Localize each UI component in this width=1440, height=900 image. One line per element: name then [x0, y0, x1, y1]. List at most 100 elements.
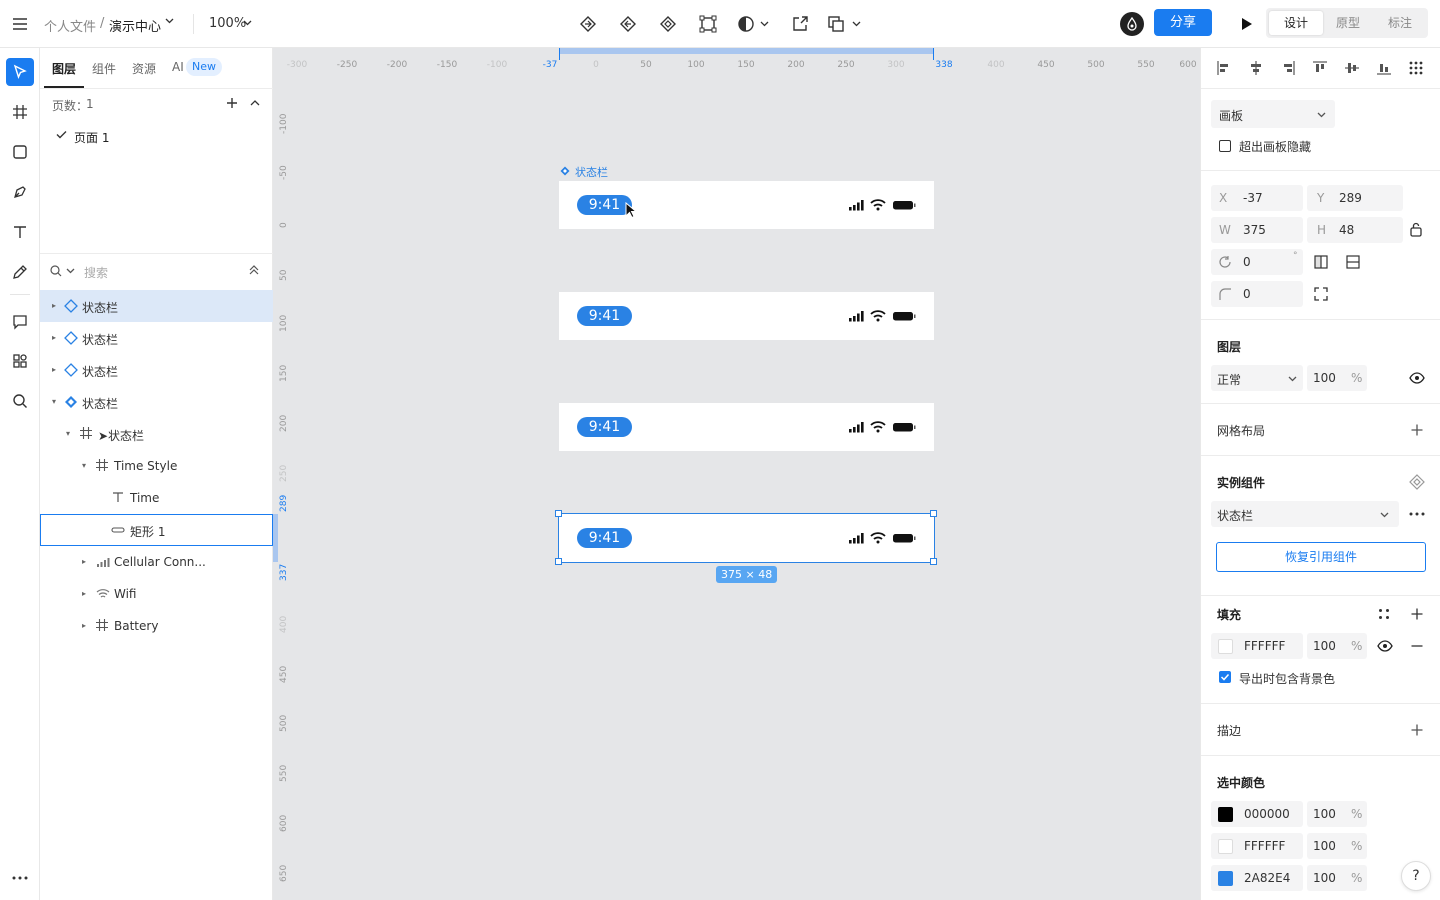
add-grid-icon[interactable] — [1411, 424, 1423, 436]
color-swatch[interactable] — [1218, 871, 1233, 886]
tab-prototype[interactable]: 原型 — [1323, 11, 1373, 35]
align-top-icon[interactable] — [1313, 61, 1327, 75]
resize-handle[interactable] — [930, 510, 937, 517]
eye-icon[interactable] — [1377, 640, 1393, 652]
layer-row[interactable]: ▸ 状态栏 — [40, 354, 273, 386]
vertical-ruler[interactable]: -100 -50 0 50 100 150 200 250 289 337 40… — [273, 76, 297, 900]
component-icon[interactable] — [656, 12, 680, 36]
layer-row[interactable]: ▸ Cellular Conn... — [40, 546, 273, 578]
help-button[interactable]: ? — [1401, 861, 1431, 891]
status-bar-frame[interactable]: 9:41 — [559, 181, 934, 229]
align-center-h-icon[interactable] — [1249, 61, 1263, 75]
expand-arrow-icon[interactable]: ▸ — [82, 557, 86, 566]
status-bar-frame[interactable]: 9:41 — [559, 403, 934, 451]
lock-ratio-icon[interactable] — [1410, 222, 1422, 237]
resize-handle[interactable] — [930, 558, 937, 565]
chevron-down-icon[interactable] — [165, 18, 174, 24]
share-button[interactable]: 分享 — [1154, 9, 1212, 36]
detach-component-icon[interactable] — [616, 12, 640, 36]
add-fill-icon[interactable] — [1411, 608, 1423, 620]
layer-row[interactable]: ▸ 状态栏 — [40, 290, 273, 322]
search-input[interactable]: 搜索 — [84, 264, 108, 281]
frame-label[interactable]: 状态栏 — [575, 164, 608, 180]
remove-fill-icon[interactable] — [1411, 645, 1423, 647]
tab-design[interactable]: 设计 — [1269, 11, 1323, 35]
boolean-icon[interactable] — [824, 12, 848, 36]
horizontal-ruler[interactable]: -300 -250 -200 -150 -100 -37 0 50 100 15… — [273, 48, 1200, 76]
chevron-down-icon[interactable] — [852, 21, 861, 27]
layer-row[interactable]: ▾ ➤状态栏 — [40, 418, 273, 450]
blend-mode-select[interactable]: 正常 — [1211, 365, 1303, 391]
resize-handle[interactable] — [555, 558, 562, 565]
play-icon[interactable] — [1235, 12, 1259, 36]
chevron-down-icon[interactable] — [66, 268, 75, 274]
mask-icon[interactable] — [734, 12, 758, 36]
collapse-all-icon[interactable] — [249, 265, 259, 275]
add-stroke-icon[interactable] — [1411, 724, 1423, 736]
flip-horizontal-icon[interactable] — [1313, 254, 1329, 270]
breadcrumb-parent[interactable]: 个人文件 — [44, 16, 96, 35]
go-to-main-component-icon[interactable] — [1409, 474, 1425, 490]
tab-layers[interactable]: 图层 — [52, 60, 76, 77]
add-page-icon[interactable] — [226, 97, 238, 109]
plugins-icon[interactable] — [6, 347, 34, 375]
layer-row[interactable]: 矩形 1 — [40, 514, 273, 546]
align-middle-v-icon[interactable] — [1345, 61, 1359, 75]
frame-type-select[interactable]: 画板 — [1211, 100, 1335, 128]
collapse-icon[interactable] — [250, 100, 260, 106]
width-field[interactable]: W 375 — [1211, 217, 1303, 243]
expand-arrow-icon[interactable]: ▸ — [52, 333, 56, 342]
layer-row[interactable]: Time — [40, 482, 273, 514]
tab-ai[interactable]: AI — [172, 60, 184, 74]
tab-components[interactable]: 组件 — [92, 60, 116, 77]
export-bg-checkbox[interactable] — [1219, 671, 1231, 683]
color-swatch[interactable] — [1218, 807, 1233, 822]
collapse-arrow-icon[interactable]: ▾ — [82, 461, 86, 470]
breadcrumb-current[interactable]: 演示中心 — [109, 16, 161, 35]
tab-assets[interactable]: 资源 — [132, 60, 156, 77]
collapse-arrow-icon[interactable]: ▾ — [52, 397, 56, 406]
fill-swatch[interactable] — [1218, 639, 1233, 654]
expand-arrow-icon[interactable]: ▸ — [82, 621, 86, 630]
more-icon[interactable] — [1409, 512, 1425, 516]
menu-icon[interactable] — [8, 12, 32, 36]
distribute-icon[interactable] — [1409, 61, 1423, 75]
status-bar-frame[interactable]: 9:41 — [559, 292, 934, 340]
frame-tool-icon[interactable] — [6, 98, 34, 126]
zoom-level[interactable]: 100% — [209, 16, 246, 31]
independent-corners-icon[interactable] — [1313, 286, 1329, 302]
rotation-field[interactable]: 0 ° — [1211, 249, 1303, 275]
search-tool-icon[interactable] — [6, 387, 34, 415]
layer-row[interactable]: ▸ Wifi — [40, 578, 273, 610]
move-tool-icon[interactable] — [6, 58, 34, 86]
chevron-down-icon[interactable] — [760, 21, 769, 27]
align-right-icon[interactable] — [1281, 61, 1295, 75]
flip-vertical-icon[interactable] — [1345, 254, 1361, 270]
layer-row[interactable]: ▾ 状态栏 — [40, 386, 273, 418]
status-bar-frame-selected[interactable]: 9:41 — [558, 513, 935, 563]
rectangle-tool-icon[interactable] — [6, 138, 34, 166]
selected-color-opacity[interactable]: 100 % — [1307, 801, 1367, 827]
clip-content-checkbox[interactable] — [1219, 140, 1231, 152]
comment-tool-icon[interactable] — [6, 308, 34, 336]
collapse-arrow-icon[interactable]: ▾ — [66, 429, 70, 438]
expand-arrow-icon[interactable]: ▸ — [52, 301, 56, 310]
selected-color-opacity[interactable]: 100 % — [1307, 865, 1367, 891]
corner-radius-field[interactable]: 0 — [1211, 281, 1303, 307]
y-field[interactable]: Y 289 — [1307, 185, 1403, 211]
restore-component-button[interactable]: 恢复引用组件 — [1216, 542, 1426, 572]
pencil-tool-icon[interactable] — [6, 258, 34, 286]
page-item[interactable]: 页面 1 — [74, 129, 109, 146]
chevron-down-icon[interactable] — [243, 20, 252, 26]
x-field[interactable]: X -37 — [1211, 185, 1303, 211]
canvas[interactable]: -300 -250 -200 -150 -100 -37 0 50 100 15… — [273, 48, 1200, 900]
color-swatch[interactable] — [1218, 839, 1233, 854]
tab-annotate[interactable]: 标注 — [1374, 11, 1426, 35]
height-field[interactable]: H 48 — [1307, 217, 1403, 243]
fill-color-field[interactable]: FFFFFF — [1211, 633, 1303, 659]
text-tool-icon[interactable] — [6, 218, 34, 246]
instance-select[interactable]: 状态栏 — [1211, 501, 1399, 527]
align-bottom-icon[interactable] — [1377, 61, 1391, 75]
selected-color-field[interactable]: 000000 — [1211, 801, 1303, 827]
expand-arrow-icon[interactable]: ▸ — [52, 365, 56, 374]
